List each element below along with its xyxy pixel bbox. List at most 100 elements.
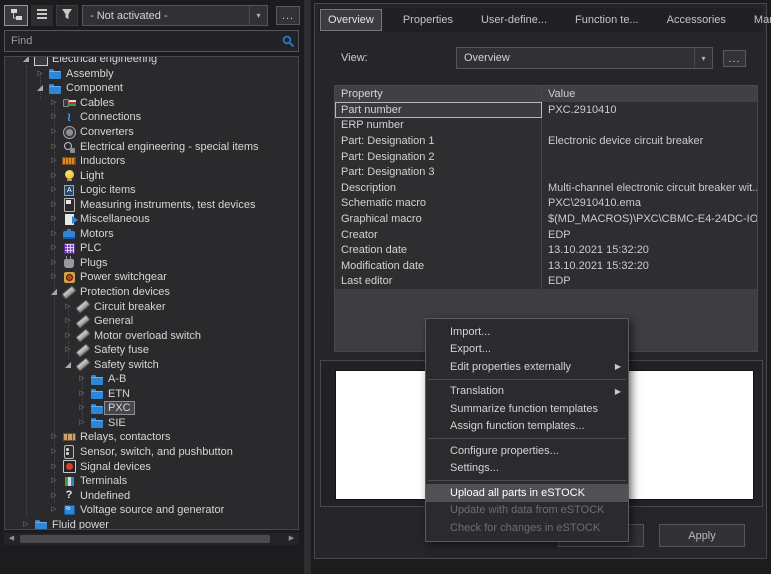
scroll-left-icon[interactable]: ◀ bbox=[5, 533, 18, 545]
value-cell[interactable]: PXC.2910410 bbox=[542, 104, 757, 116]
collapse-icon[interactable]: ◢ bbox=[47, 285, 61, 299]
expand-icon[interactable]: ▷ bbox=[47, 125, 61, 139]
expand-icon[interactable]: ▷ bbox=[47, 460, 61, 474]
collapse-icon[interactable]: ◢ bbox=[61, 358, 75, 372]
table-row-schematic-macro[interactable]: Schematic macroPXC\2910410.ema bbox=[335, 196, 757, 212]
expand-icon[interactable]: ▷ bbox=[47, 489, 61, 503]
expand-icon[interactable]: ▷ bbox=[47, 474, 61, 488]
expand-icon[interactable]: ▷ bbox=[61, 343, 75, 357]
tree-item-plc[interactable]: ▷PLC bbox=[5, 241, 284, 256]
tree-item-sie[interactable]: ▷SIE bbox=[5, 416, 284, 431]
tree-item-plugs[interactable]: ▷Plugs bbox=[5, 256, 284, 271]
value-cell[interactable]: EDP bbox=[542, 275, 757, 287]
property-cell[interactable]: Part number bbox=[335, 102, 542, 118]
filter-scheme-dropdown[interactable]: - Not activated - ▾ bbox=[82, 5, 268, 26]
apply-button[interactable]: Apply bbox=[659, 524, 745, 547]
property-cell[interactable]: Part: Designation 3 bbox=[335, 164, 542, 180]
expand-icon[interactable]: ▷ bbox=[19, 518, 33, 530]
expand-icon[interactable]: ▷ bbox=[47, 241, 61, 255]
view-more-button[interactable]: ... bbox=[723, 50, 746, 67]
menu-item-import[interactable]: Import... bbox=[426, 323, 628, 341]
tree-item-inductors[interactable]: ▷Inductors bbox=[5, 154, 284, 169]
property-cell[interactable]: ERP number bbox=[335, 118, 542, 134]
expand-icon[interactable]: ▷ bbox=[47, 154, 61, 168]
tree-item-relays-contactors[interactable]: ▷Relays, contactors bbox=[5, 430, 284, 445]
value-cell[interactable]: Electronic device circuit breaker bbox=[542, 135, 757, 147]
expand-icon[interactable]: ▷ bbox=[47, 183, 61, 197]
property-cell[interactable]: Last editor bbox=[335, 274, 542, 290]
expand-icon[interactable]: ▷ bbox=[61, 329, 75, 343]
menu-item-translation[interactable]: Translation▶ bbox=[426, 383, 628, 401]
tree-item-component[interactable]: ◢Component bbox=[5, 81, 284, 96]
tree-item-a-b[interactable]: ▷A-B bbox=[5, 372, 284, 387]
menu-item-upload-all-parts-in-estock[interactable]: Upload all parts in eSTOCK bbox=[426, 484, 628, 502]
value-cell[interactable]: Multi-channel electronic circuit breaker… bbox=[542, 182, 757, 194]
tab-accessories[interactable]: Accessories bbox=[660, 10, 733, 30]
table-row-graphical-macro[interactable]: Graphical macro$(MD_MACROS)\PXC\CBMC-E4-… bbox=[335, 211, 757, 227]
tree-item-circuit-breaker[interactable]: ▷Circuit breaker bbox=[5, 299, 284, 314]
tree-item-general[interactable]: ▷General bbox=[5, 314, 284, 329]
menu-item-settings[interactable]: Settings... bbox=[426, 460, 628, 478]
menu-item-edit-properties-externally[interactable]: Edit properties externally▶ bbox=[426, 358, 628, 376]
property-cell[interactable]: Part: Designation 2 bbox=[335, 149, 542, 165]
view-dropdown[interactable]: Overview ▾ bbox=[456, 47, 713, 69]
tab-user-define[interactable]: User-define... bbox=[474, 10, 554, 30]
property-cell[interactable]: Description bbox=[335, 180, 542, 196]
tree-item-measuring-instruments-test-devices[interactable]: ▷Measuring instruments, test devices bbox=[5, 197, 284, 212]
tree-item-fluid-power[interactable]: ▷Fluid power bbox=[5, 518, 284, 531]
tree-view-button[interactable] bbox=[4, 5, 28, 26]
tree-item-connections[interactable]: ▷≀Connections bbox=[5, 110, 284, 125]
list-view-button[interactable] bbox=[31, 5, 53, 26]
tree-item-miscellaneous[interactable]: ▷Miscellaneous bbox=[5, 212, 284, 227]
property-cell[interactable]: Schematic macro bbox=[335, 196, 542, 212]
property-cell[interactable]: Creator bbox=[335, 227, 542, 243]
table-row-part-designation-3[interactable]: Part: Designation 3 bbox=[335, 164, 757, 180]
value-cell[interactable]: EDP bbox=[542, 229, 757, 241]
expand-icon[interactable]: ▷ bbox=[47, 96, 61, 110]
tree-item-voltage-source-and-generator[interactable]: ▷Voltage source and generator bbox=[5, 503, 284, 518]
value-cell[interactable]: 13.10.2021 15:32:20 bbox=[542, 244, 757, 256]
expand-icon[interactable]: ▷ bbox=[47, 256, 61, 270]
tree-item-motors[interactable]: ▷Motors bbox=[5, 227, 284, 242]
expand-icon[interactable]: ▷ bbox=[61, 314, 75, 328]
table-row-creator[interactable]: CreatorEDP bbox=[335, 227, 757, 243]
value-cell[interactable]: $(MD_MACROS)\PXC\CBMC-E4-24DC-IOL... bbox=[542, 213, 757, 225]
property-cell[interactable]: Part: Designation 1 bbox=[335, 133, 542, 149]
tree-item-etn[interactable]: ▷ETN bbox=[5, 387, 284, 402]
expand-icon[interactable]: ▷ bbox=[47, 169, 61, 183]
value-cell[interactable]: 13.10.2021 15:32:20 bbox=[542, 260, 757, 272]
expand-icon[interactable]: ▷ bbox=[47, 198, 61, 212]
property-cell[interactable]: Graphical macro bbox=[335, 211, 542, 227]
tree-item-electrical-engineering-special-items[interactable]: ▷Electrical engineering - special items bbox=[5, 139, 284, 154]
expand-icon[interactable]: ▷ bbox=[75, 387, 89, 401]
tree-horizontal-scrollbar[interactable]: ◀ ▶ bbox=[4, 533, 299, 545]
tree-item-power-switchgear[interactable]: ▷Power switchgear bbox=[5, 270, 284, 285]
value-cell[interactable]: PXC\2910410.ema bbox=[542, 197, 757, 209]
tree-item-terminals[interactable]: ▷Terminals bbox=[5, 474, 284, 489]
tree-item-signal-devices[interactable]: ▷Signal devices bbox=[5, 459, 284, 474]
tree-item-sensor-switch-and-pushbutton[interactable]: ▷Sensor, switch, and pushbutton bbox=[5, 445, 284, 460]
property-cell[interactable]: Creation date bbox=[335, 242, 542, 258]
tree-item-converters[interactable]: ▷Converters bbox=[5, 125, 284, 140]
tree-item-motor-overload-switch[interactable]: ▷Motor overload switch bbox=[5, 328, 284, 343]
expand-icon[interactable]: ▷ bbox=[47, 227, 61, 241]
tab-overview[interactable]: Overview bbox=[320, 9, 382, 31]
search-input[interactable] bbox=[5, 34, 278, 48]
tree-item-pxc[interactable]: ▷PXC bbox=[5, 401, 284, 416]
table-row-erp-number[interactable]: ERP number bbox=[335, 118, 757, 134]
table-row-modification-date[interactable]: Modification date13.10.2021 15:32:20 bbox=[335, 258, 757, 274]
collapse-icon[interactable]: ◢ bbox=[19, 56, 33, 66]
expand-icon[interactable]: ▷ bbox=[61, 300, 75, 314]
table-row-part-designation-1[interactable]: Part: Designation 1Electronic device cir… bbox=[335, 133, 757, 149]
value-column-header[interactable]: Value bbox=[542, 88, 757, 100]
search-icon[interactable] bbox=[278, 35, 298, 48]
filter-button[interactable] bbox=[56, 5, 78, 26]
scroll-right-icon[interactable]: ▶ bbox=[285, 533, 298, 545]
tree-item-light[interactable]: ▷Light bbox=[5, 168, 284, 183]
tree-item-electrical-engineering[interactable]: ◢Electrical engineering bbox=[5, 56, 284, 67]
table-row-part-number[interactable]: Part numberPXC.2910410 bbox=[335, 102, 757, 118]
menu-item-export[interactable]: Export... bbox=[426, 341, 628, 359]
expand-icon[interactable]: ▷ bbox=[47, 212, 61, 226]
tree-item-undefined[interactable]: ▷?Undefined bbox=[5, 488, 284, 503]
property-cell[interactable]: Modification date bbox=[335, 258, 542, 274]
